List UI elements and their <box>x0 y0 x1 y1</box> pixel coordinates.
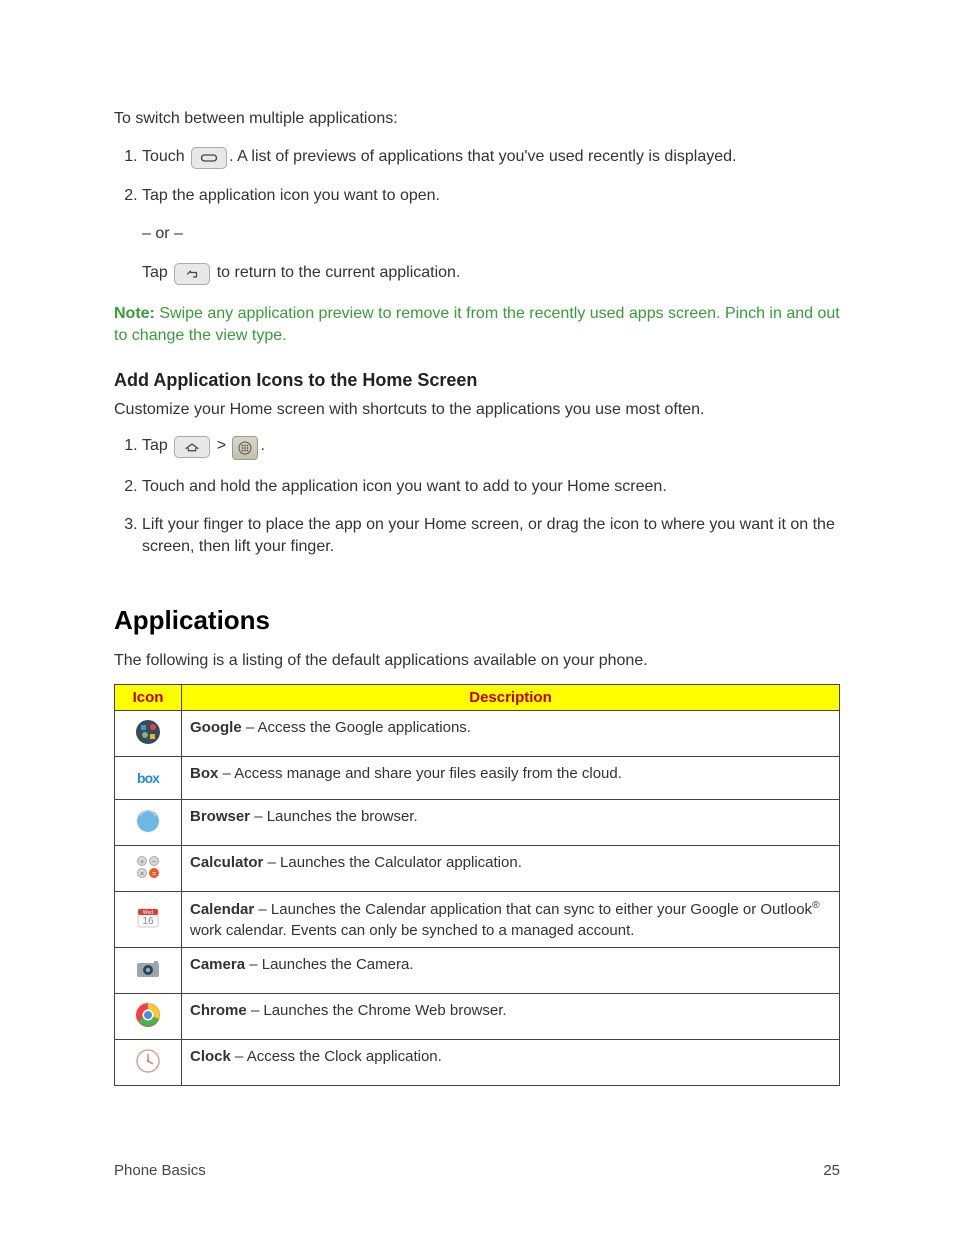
th-icon: Icon <box>115 684 182 710</box>
app-name: Calendar <box>190 901 254 918</box>
switch-steps: Touch . A list of previews of applicatio… <box>114 146 840 285</box>
step2-text: Tap the application icon you want to ope… <box>142 187 440 204</box>
browser-icon-cell <box>115 799 182 845</box>
home-icon <box>174 436 210 458</box>
note-label: Note: <box>114 305 155 322</box>
step2b-pre-text: Tap <box>142 264 172 281</box>
chrome-icon-cell <box>115 993 182 1039</box>
app-desc-text: – Launches the Camera. <box>245 956 413 973</box>
switch-intro: To switch between multiple applications: <box>114 110 840 128</box>
svg-text:=: = <box>152 871 156 878</box>
table-row: + − × = Calculator – Launches the Calculator… <box>115 845 840 891</box>
add-step-2: Touch and hold the application icon you … <box>142 476 840 498</box>
step2b-post-text: to return to the current application. <box>212 264 460 281</box>
table-header-row: Icon Description <box>115 684 840 710</box>
switch-step-2: Tap the application icon you want to ope… <box>142 185 840 285</box>
add-icons-steps: Tap > . Touch and hold the application i… <box>114 435 840 559</box>
footer-section: Phone Basics <box>114 1162 206 1179</box>
table-row: Wed16 Calendar – Launches the Calendar ap… <box>115 891 840 947</box>
app-description: Browser – Launches the browser. <box>182 799 840 845</box>
app-name: Camera <box>190 956 245 973</box>
box-icon-cell: box <box>115 756 182 799</box>
google-icon <box>133 717 163 747</box>
or-block: – or – <box>142 223 840 245</box>
table-row: Chrome – Launches the Chrome Web browser… <box>115 993 840 1039</box>
table-row: Clock – Access the Clock application. <box>115 1039 840 1085</box>
add-step-1: Tap > . <box>142 435 840 460</box>
app-desc-text: – Launches the browser. <box>250 808 418 825</box>
app-description: Calculator – Launches the Calculator app… <box>182 845 840 891</box>
applications-heading: Applications <box>114 605 840 636</box>
calculator-icon-cell: + − × = <box>115 845 182 891</box>
app-description: Clock – Access the Clock application. <box>182 1039 840 1085</box>
add-step1-pre: Tap <box>142 437 172 454</box>
svg-text:−: − <box>152 859 156 866</box>
app-description: Chrome – Launches the Chrome Web browser… <box>182 993 840 1039</box>
calculator-icon: + − × = <box>133 852 163 882</box>
svg-text:16: 16 <box>142 916 154 927</box>
browser-icon <box>133 806 163 836</box>
page-footer: Phone Basics 25 <box>114 1162 840 1179</box>
switch-step-1: Touch . A list of previews of applicatio… <box>142 146 840 169</box>
calendar-icon-cell: Wed16 <box>115 891 182 947</box>
app-desc-text: – Access the Google applications. <box>242 719 471 736</box>
clock-icon <box>133 1046 163 1076</box>
clock-icon-cell <box>115 1039 182 1085</box>
table-row: Browser – Launches the browser. <box>115 799 840 845</box>
app-description: Google – Access the Google applications. <box>182 710 840 756</box>
apps-grid-icon <box>232 436 258 460</box>
app-desc-text: – Launches the Chrome Web browser. <box>247 1002 507 1019</box>
add-step-3: Lift your finger to place the app on you… <box>142 514 840 559</box>
google-icon-cell <box>115 710 182 756</box>
app-name: Calculator <box>190 854 263 871</box>
app-description: Box – Access manage and share your files… <box>182 756 840 799</box>
back-icon <box>174 263 210 285</box>
app-name: Browser <box>190 808 250 825</box>
add-icons-desc: Customize your Home screen with shortcut… <box>114 401 840 419</box>
table-row: Camera – Launches the Camera. <box>115 947 840 993</box>
add-step1-mid: > <box>212 437 230 454</box>
step2b-block: Tap to return to the current application… <box>142 262 840 285</box>
app-desc-text-2: work calendar. Events can only be synche… <box>190 922 634 939</box>
calendar-icon: Wed16 <box>133 903 163 933</box>
applications-desc: The following is a listing of the defaul… <box>114 652 840 670</box>
box-icon: box <box>133 763 163 793</box>
table-row: box Box – Access manage and share your fi… <box>115 756 840 799</box>
add-icons-heading: Add Application Icons to the Home Screen <box>114 370 840 391</box>
app-description: Camera – Launches the Camera. <box>182 947 840 993</box>
app-name: Google <box>190 719 242 736</box>
app-name: Clock <box>190 1048 231 1065</box>
app-desc-text: – Launches the Calendar application that… <box>254 901 812 918</box>
app-description: Calendar – Launches the Calendar applica… <box>182 891 840 947</box>
svg-text:+: + <box>140 859 144 866</box>
note: Note: Swipe any application preview to r… <box>114 303 840 348</box>
registered-mark: ® <box>812 899 820 911</box>
app-name: Chrome <box>190 1002 247 1019</box>
applications-table: Icon Description Google – Access the Goo… <box>114 684 840 1086</box>
app-desc-text: – Access the Clock application. <box>231 1048 442 1065</box>
camera-icon <box>133 954 163 984</box>
add-step1-post: . <box>260 437 264 454</box>
camera-icon-cell <box>115 947 182 993</box>
table-row: Google – Access the Google applications. <box>115 710 840 756</box>
svg-text:×: × <box>140 871 144 878</box>
recent-apps-icon <box>191 147 227 169</box>
th-description: Description <box>182 684 840 710</box>
app-desc-text: – Access manage and share your files eas… <box>218 765 622 782</box>
step1-post-text: . A list of previews of applications tha… <box>229 148 736 165</box>
footer-page-number: 25 <box>823 1162 840 1179</box>
step1-pre-text: Touch <box>142 148 189 165</box>
app-desc-text: – Launches the Calculator application. <box>263 854 522 871</box>
app-name: Box <box>190 765 218 782</box>
note-text: Swipe any application preview to remove … <box>114 305 840 344</box>
chrome-icon <box>133 1000 163 1030</box>
